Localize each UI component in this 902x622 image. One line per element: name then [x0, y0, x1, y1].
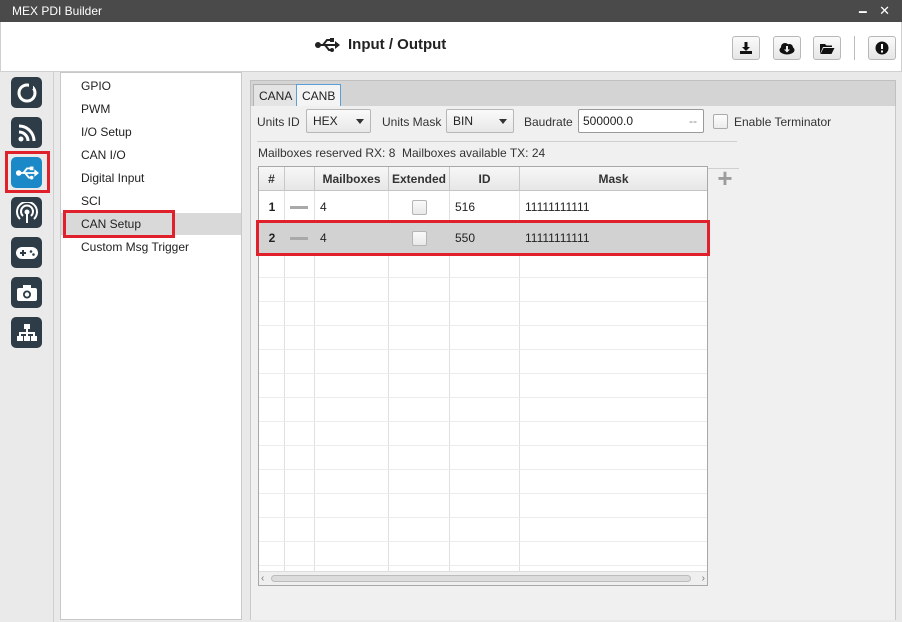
download-button[interactable]	[732, 36, 760, 60]
nav-item-can-io[interactable]: CAN I/O	[61, 144, 241, 166]
units-id-label: Units ID	[257, 115, 300, 129]
nav-item-sci[interactable]: SCI	[61, 190, 241, 212]
sidebar-power-button[interactable]	[11, 77, 42, 108]
empty-row	[259, 278, 707, 302]
network-icon	[16, 323, 37, 341]
extended-checkbox[interactable]	[412, 200, 427, 215]
mask-cell[interactable]: 11111111111	[525, 192, 590, 223]
drag-handle-icon[interactable]	[290, 206, 308, 209]
window-controls[interactable]: 🗕 ✕	[858, 2, 894, 24]
horizontal-scrollbar[interactable]: ‹ ›	[259, 571, 707, 585]
row-number: 1	[268, 200, 276, 214]
scroll-right-icon[interactable]: ›	[702, 572, 705, 585]
scrollbar-thumb[interactable]	[271, 575, 691, 582]
empty-row	[259, 446, 707, 470]
empty-row	[259, 254, 707, 278]
empty-row	[259, 326, 707, 350]
id-cell[interactable]: 516	[455, 192, 475, 223]
open-folder-button[interactable]	[813, 36, 841, 60]
empty-row	[259, 398, 707, 422]
column-header-drag	[285, 167, 315, 191]
highlight-box-can-setup	[63, 210, 175, 238]
page-header: Input / Output	[0, 22, 902, 72]
baudrate-unit: --	[689, 114, 697, 128]
section-nav-panel: GPIO PWM I/O Setup CAN I/O Digital Input…	[54, 72, 244, 622]
table-row[interactable]: 1 4 516 11111111111	[259, 192, 707, 223]
empty-row	[259, 350, 707, 374]
units-mask-label: Units Mask	[382, 115, 442, 129]
enable-terminator-label: Enable Terminator	[734, 115, 832, 129]
units-mask-select[interactable]: BIN	[446, 109, 514, 133]
column-header-mask: Mask	[598, 172, 629, 186]
add-row-icon[interactable]: +	[714, 165, 736, 191]
empty-row	[259, 302, 707, 326]
table-header: # Mailboxes Extended ID Mask	[259, 167, 707, 191]
empty-row	[259, 518, 707, 542]
nav-item-io-setup[interactable]: I/O Setup	[61, 121, 241, 143]
units-id-value: HEX	[313, 114, 338, 128]
canb-panel: Units ID HEX Units Mask BIN Baudrate 500…	[250, 106, 896, 620]
empty-row	[259, 374, 707, 398]
empty-row	[259, 422, 707, 446]
power-ring-icon	[17, 82, 36, 102]
folder-open-icon	[820, 43, 835, 54]
info-button[interactable]	[868, 36, 896, 60]
mailboxes-reserved-rx: Mailboxes reserved RX: 8	[258, 146, 396, 160]
mailboxes-available-tx: Mailboxes available TX: 24	[402, 146, 546, 160]
nav-item-digital-input[interactable]: Digital Input	[61, 167, 241, 189]
mailboxes-cell[interactable]: 4	[320, 192, 327, 223]
column-header-number: #	[259, 167, 285, 191]
info-icon	[875, 41, 889, 55]
baudrate-input[interactable]: 500000.0 --	[578, 109, 704, 133]
empty-row	[259, 470, 707, 494]
nav-item-pwm[interactable]: PWM	[61, 98, 241, 120]
header-separator	[854, 36, 855, 60]
page-title: Input / Output	[348, 36, 447, 53]
cloud-download-icon	[779, 42, 795, 54]
highlight-box-io-button	[5, 151, 50, 193]
empty-row	[259, 542, 707, 566]
camera-icon	[16, 284, 37, 301]
units-mask-value: BIN	[453, 114, 474, 128]
scroll-left-icon[interactable]: ‹	[261, 572, 264, 585]
nav-item-custom-msg-trigger[interactable]: Custom Msg Trigger	[61, 236, 241, 258]
window-title: MEX PDI Builder	[12, 4, 103, 18]
window-titlebar: MEX PDI Builder 🗕 ✕	[0, 0, 902, 22]
cloud-download-button[interactable]	[773, 36, 801, 60]
nav-item-gpio[interactable]: GPIO	[61, 75, 241, 97]
tab-canb[interactable]: CANB	[296, 84, 342, 108]
empty-row	[259, 494, 707, 518]
tab-cana[interactable]: CANA	[253, 84, 299, 108]
sidebar-broadcast-button[interactable]	[11, 197, 42, 228]
chevron-down-icon	[356, 119, 364, 124]
chevron-down-icon	[499, 119, 507, 124]
broadcast-icon	[15, 201, 38, 223]
units-id-select[interactable]: HEX	[306, 109, 371, 133]
page-title-container: Input / Output	[314, 36, 446, 53]
baudrate-value: 500000.0	[583, 114, 634, 128]
sidebar-rss-button[interactable]	[11, 117, 42, 148]
highlight-box-row-2	[256, 220, 710, 256]
sidebar-gamepad-button[interactable]	[11, 237, 42, 268]
column-header-mailboxes: Mailboxes	[315, 167, 389, 191]
download-icon	[740, 42, 752, 54]
enable-terminator-checkbox[interactable]	[713, 114, 728, 129]
can-tabs: CANA CANB	[250, 80, 896, 108]
usb-icon	[315, 37, 340, 52]
column-header-id: ID	[450, 167, 520, 191]
column-header-extended: Extended	[389, 167, 450, 191]
section-nav-list: GPIO PWM I/O Setup CAN I/O Digital Input…	[60, 72, 242, 620]
sidebar-network-button[interactable]	[11, 317, 42, 348]
baudrate-label: Baudrate	[524, 115, 573, 129]
rss-icon	[18, 124, 35, 141]
form-divider	[257, 141, 737, 142]
main-content: CANA CANB Units ID HEX Units Mask BIN Ba…	[244, 72, 902, 622]
gamepad-icon	[15, 246, 38, 259]
sidebar-camera-button[interactable]	[11, 277, 42, 308]
